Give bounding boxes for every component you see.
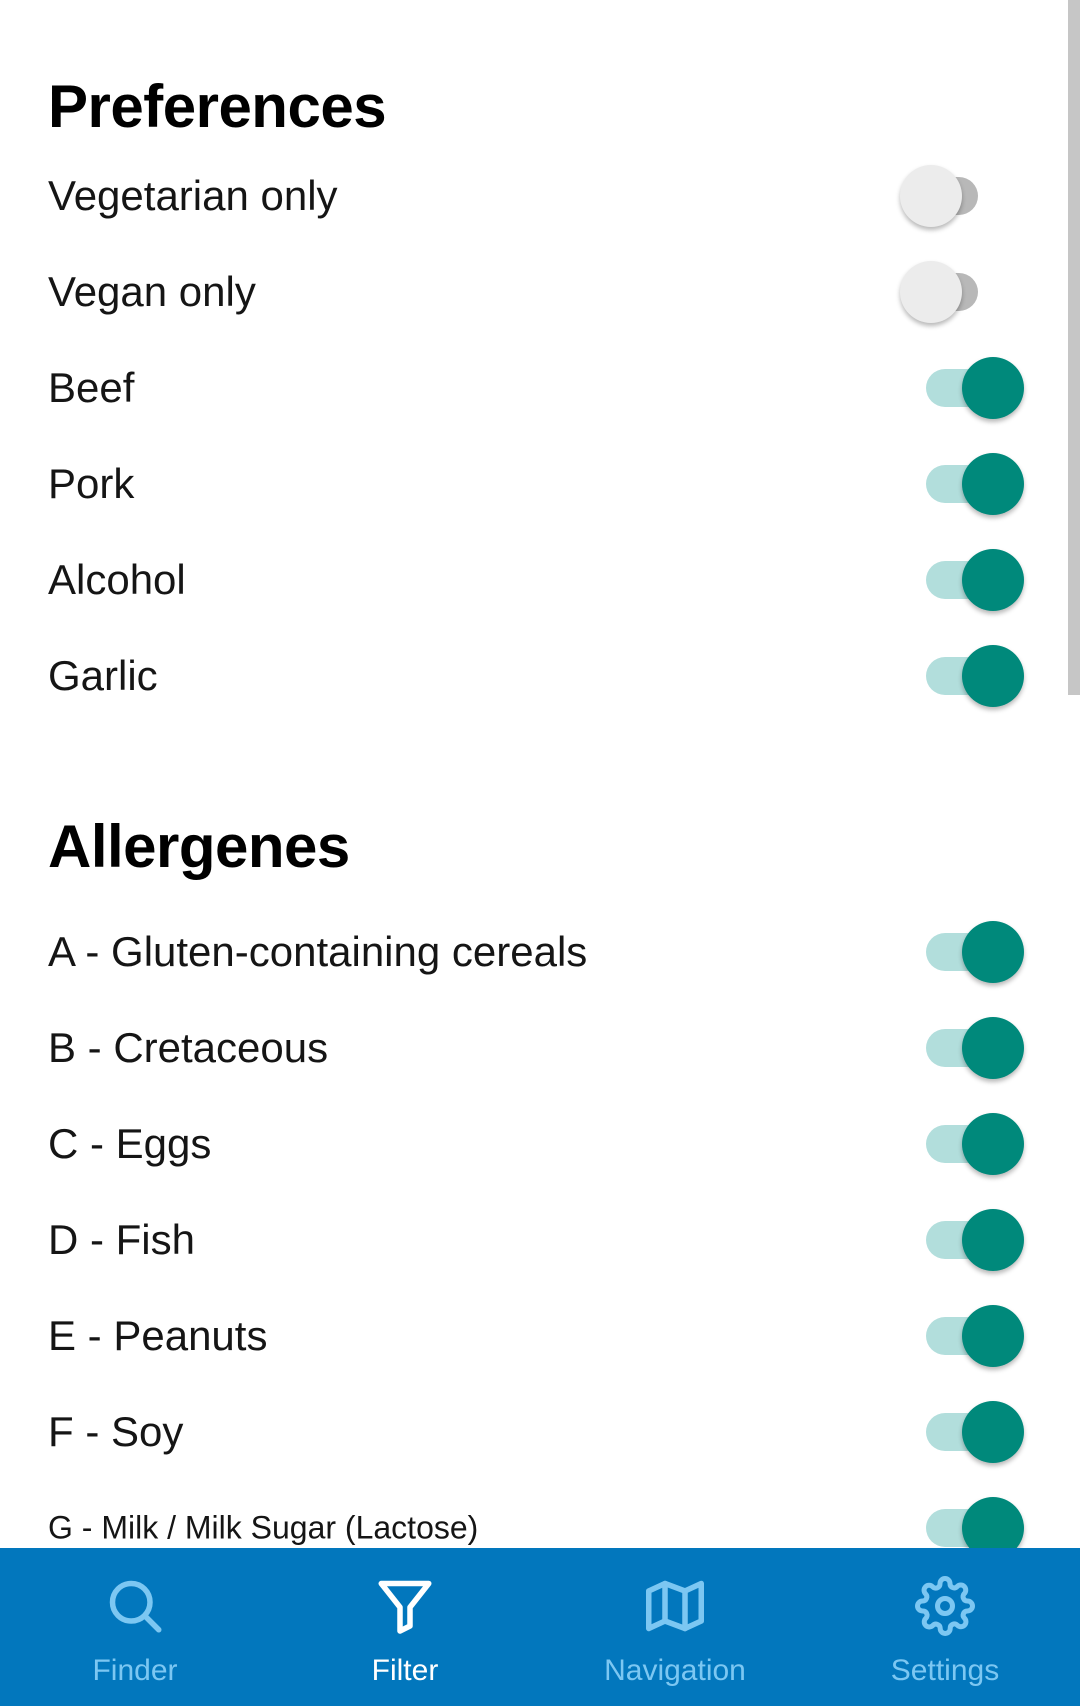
pref-row-vegetarian[interactable]: Vegetarian only (0, 148, 1080, 244)
allergen-row-b[interactable]: B - Cretaceous (0, 1000, 1080, 1096)
pref-label: Vegetarian only (48, 172, 338, 219)
allergen-row-a[interactable]: A - Gluten-containing cereals (0, 904, 1080, 1000)
pref-row-alcohol[interactable]: Alcohol (0, 532, 1080, 628)
preferences-heading: Preferences (48, 73, 387, 140)
pref-label: Garlic (48, 652, 158, 699)
allergen-label: D - Fish (48, 1216, 195, 1263)
allergen-label: E - Peanuts (48, 1312, 268, 1359)
allergen-f-toggle[interactable] (904, 1397, 1024, 1467)
pref-row-vegan[interactable]: Vegan only (0, 244, 1080, 340)
allergen-e-toggle[interactable] (904, 1301, 1024, 1371)
filter-icon (378, 1580, 432, 1634)
pref-label: Vegan only (48, 268, 256, 315)
allergen-row-g[interactable]: G - Milk / Milk Sugar (Lactose) (0, 1480, 1080, 1548)
nav-label: Filter (371, 1654, 439, 1687)
allergen-row-e[interactable]: E - Peanuts (0, 1288, 1080, 1384)
search-icon (109, 1580, 162, 1633)
allergen-c-toggle[interactable] (904, 1109, 1024, 1179)
allergen-label: C - Eggs (48, 1120, 212, 1167)
map-icon (646, 1580, 704, 1632)
allergen-d-toggle[interactable] (904, 1205, 1024, 1275)
garlic-toggle[interactable] (904, 641, 1024, 711)
allergen-label: A - Gluten-containing cereals (48, 928, 588, 975)
pref-row-pork[interactable]: Pork (0, 436, 1080, 532)
nav-label: Navigation (604, 1654, 746, 1687)
pref-row-garlic[interactable]: Garlic (0, 628, 1080, 724)
allergen-row-d[interactable]: D - Fish (0, 1192, 1080, 1288)
allergen-g-toggle[interactable] (904, 1493, 1024, 1548)
nav-filter[interactable]: Filter (270, 1548, 540, 1706)
pref-row-beef[interactable]: Beef (0, 340, 1080, 436)
nav-label: Settings (890, 1654, 1000, 1687)
vegetarian-toggle[interactable] (900, 161, 1022, 231)
nav-navigation[interactable]: Navigation (540, 1548, 810, 1706)
nav-label: Finder (92, 1654, 178, 1687)
allergen-label: B - Cretaceous (48, 1024, 329, 1071)
allergen-row-c[interactable]: C - Eggs (0, 1096, 1080, 1192)
pref-label: Alcohol (48, 556, 186, 603)
allergen-a-toggle[interactable] (904, 917, 1024, 987)
allergen-label: F - Soy (48, 1408, 184, 1455)
allergen-label: G - Milk / Milk Sugar (Lactose) (48, 1509, 479, 1546)
nav-settings[interactable]: Settings (810, 1548, 1080, 1706)
pref-label: Pork (48, 460, 135, 507)
allergenes-heading: Allergenes (48, 813, 350, 880)
gear-icon (915, 1576, 975, 1636)
vegan-toggle[interactable] (900, 257, 1022, 327)
beef-toggle[interactable] (904, 353, 1024, 423)
nav-finder[interactable]: Finder (0, 1548, 270, 1706)
allergen-b-toggle[interactable] (904, 1013, 1024, 1083)
allergen-row-f[interactable]: F - Soy (0, 1384, 1080, 1480)
pork-toggle[interactable] (904, 449, 1024, 519)
bottom-navigation: Finder Filter Navigation Settings (0, 1548, 1080, 1706)
alcohol-toggle[interactable] (904, 545, 1024, 615)
filter-screen: Preferences Vegetarian only Vegan only B… (0, 0, 1080, 1548)
pref-label: Beef (48, 364, 135, 411)
